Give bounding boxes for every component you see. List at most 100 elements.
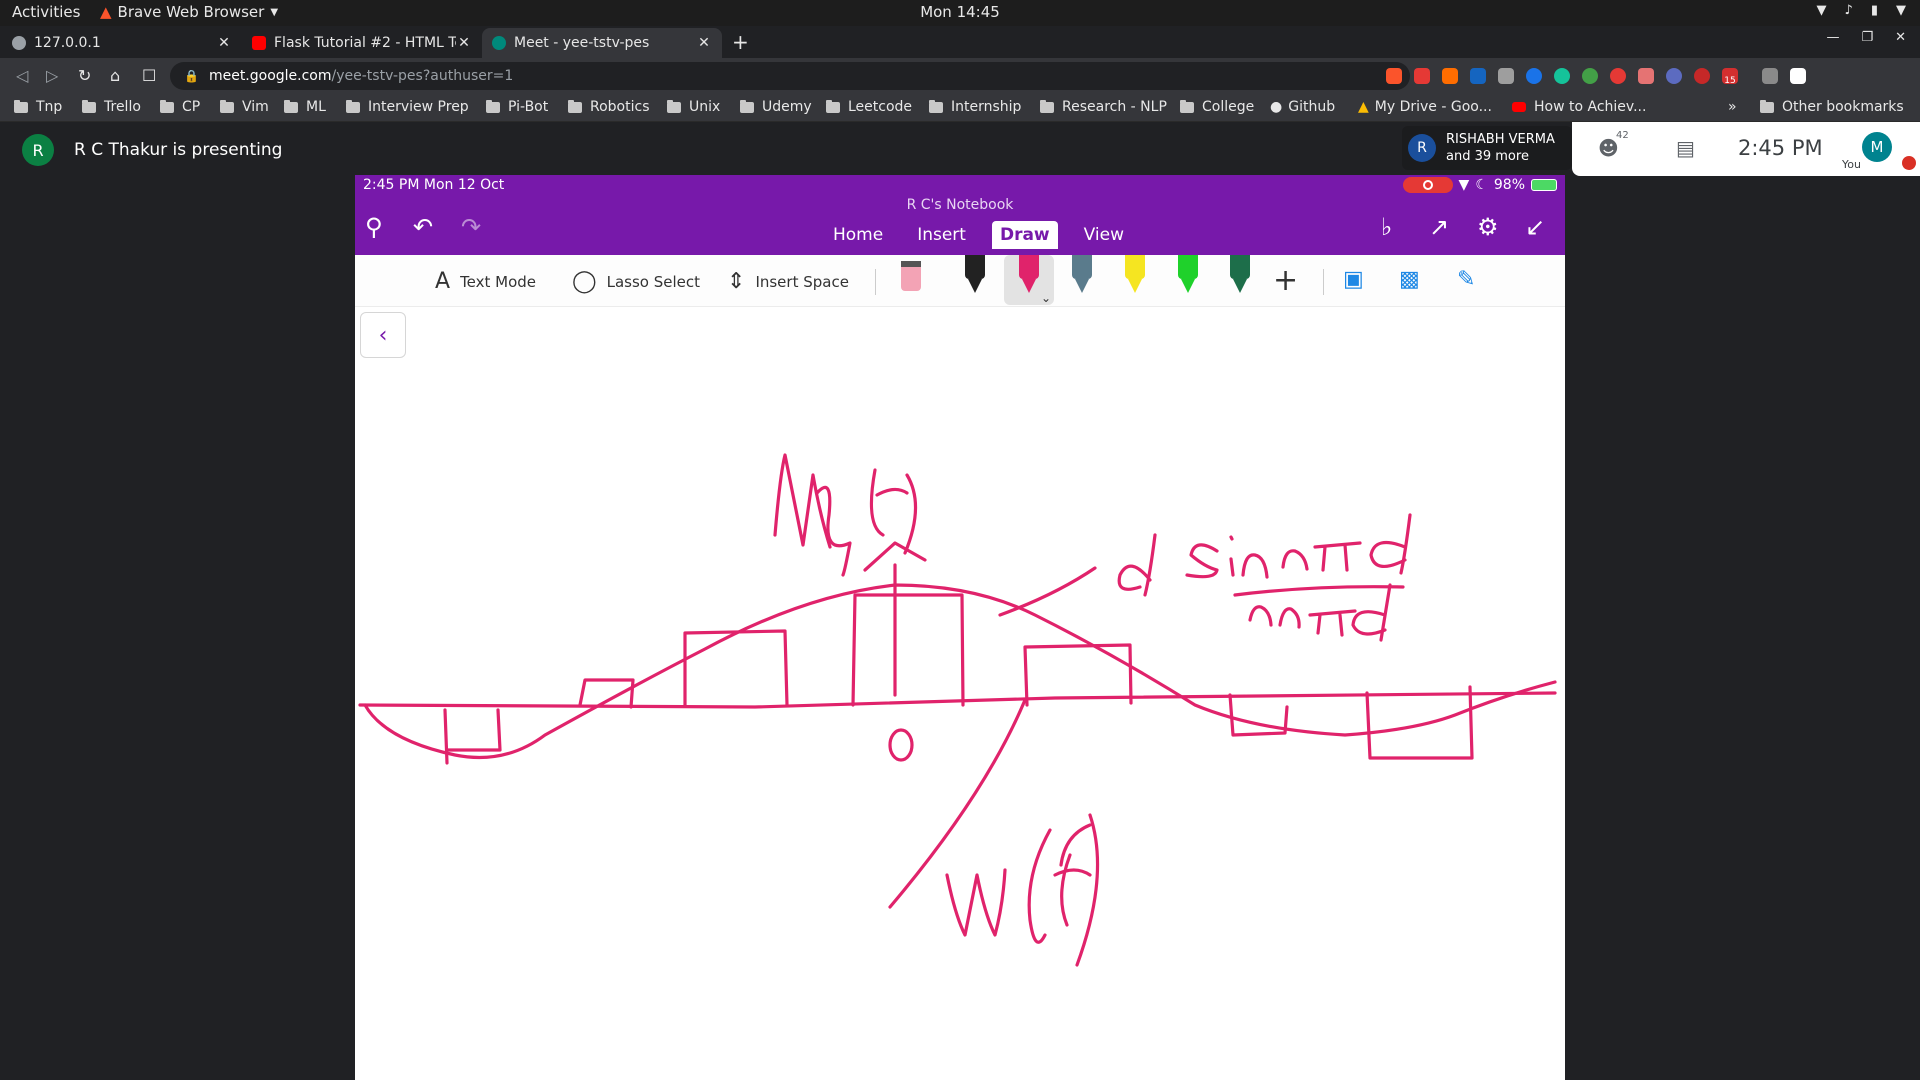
pen-dark-green[interactable]: [1225, 255, 1255, 299]
bookmark-folder[interactable]: ML: [284, 99, 326, 115]
extension-icon[interactable]: [1582, 68, 1598, 84]
url-host: meet.google.com: [208, 68, 332, 84]
close-window-icon[interactable]: ✕: [1895, 30, 1906, 45]
tab-localhost[interactable]: 127.0.0.1 ✕: [2, 28, 242, 58]
chat-icon[interactable]: ▤: [1676, 136, 1695, 160]
pen-slate[interactable]: [1067, 255, 1097, 299]
brave-shields-icon[interactable]: [1386, 68, 1402, 84]
home-icon[interactable]: ⌂: [110, 66, 120, 85]
power-menu-icon: ▼: [1896, 3, 1906, 18]
onenote-header: 2:45 PM Mon 12 Oct ▼ ☾ 98% R C's Noteboo…: [355, 175, 1565, 255]
timer-icon[interactable]: [1610, 68, 1626, 84]
reload-icon[interactable]: ↻: [78, 66, 91, 85]
minimize-icon[interactable]: —: [1826, 30, 1839, 45]
ink-replay-button[interactable]: ✎: [1457, 267, 1475, 292]
restore-icon[interactable]: ❐: [1861, 30, 1873, 45]
url-path: /yee-tstv-pes?authuser=1: [331, 68, 514, 84]
os-clock[interactable]: Mon 14:45: [0, 3, 1920, 21]
redo-icon[interactable]: ↷: [461, 213, 481, 241]
tab-draw[interactable]: Draw: [991, 221, 1058, 249]
grammarly-icon[interactable]: [1526, 68, 1542, 84]
tab-insert[interactable]: Insert: [909, 221, 974, 249]
highlighter-yellow[interactable]: [1120, 255, 1150, 299]
bookmark-drive[interactable]: ▲ My Drive - Goo...: [1358, 99, 1492, 115]
folder-icon: [82, 99, 96, 113]
new-tab-button[interactable]: +: [732, 30, 749, 54]
bell-icon[interactable]: ♭: [1381, 213, 1392, 241]
tab-view[interactable]: View: [1076, 221, 1132, 249]
bookmark-icon[interactable]: ☐: [142, 66, 156, 85]
search-icon[interactable]: ⚲: [365, 213, 383, 241]
extension-icon[interactable]: [1498, 68, 1514, 84]
bookmark-folder[interactable]: CP: [160, 99, 200, 115]
shield-icon[interactable]: [1638, 68, 1654, 84]
folder-icon: [1760, 99, 1774, 113]
insert-space-button[interactable]: ⇕ Insert Space: [727, 269, 849, 294]
wifi-icon: ▼: [1816, 3, 1827, 18]
tab-flask-tutorial[interactable]: Flask Tutorial #2 - HTML Te ✕: [242, 28, 482, 58]
grammarly-icon[interactable]: [1554, 68, 1570, 84]
bookmarks-overflow-button[interactable]: »: [1728, 99, 1737, 115]
presenting-label: R C Thakur is presenting: [74, 140, 283, 160]
text-mode-button[interactable]: A Text Mode: [435, 269, 536, 294]
bookmark-folder[interactable]: Vim: [220, 99, 269, 115]
menu-icon[interactable]: [1790, 68, 1806, 84]
ink-stroke: [1075, 813, 1100, 967]
bookmark-label: Robotics: [590, 99, 650, 115]
back-arrow-icon[interactable]: ◁: [16, 66, 28, 85]
bookmark-folder[interactable]: Tnp: [14, 99, 62, 115]
record-icon[interactable]: [1694, 68, 1710, 84]
close-icon[interactable]: ✕: [216, 35, 232, 51]
folder-icon: [1180, 99, 1194, 113]
text-mode-label: Text Mode: [460, 272, 537, 291]
page-back-button[interactable]: ‹: [360, 312, 406, 358]
undo-icon[interactable]: ↶: [413, 213, 433, 241]
pen-pink[interactable]: [1014, 255, 1044, 299]
extension-icon[interactable]: [1442, 68, 1458, 84]
participant-tile[interactable]: R RISHABH VERMA and 39 more: [1402, 126, 1572, 170]
bookmark-youtube[interactable]: How to Achiev...: [1512, 99, 1646, 115]
address-bar[interactable]: 🔒 meet.google.com /yee-tstv-pes?authuser…: [170, 62, 1410, 90]
bookmark-folder[interactable]: Robotics: [568, 99, 650, 115]
highlighter-green[interactable]: [1173, 255, 1203, 299]
brave-rewards-icon[interactable]: [1414, 68, 1430, 84]
eraser-tool[interactable]: [896, 255, 926, 299]
chevron-down-icon[interactable]: ⌄: [1041, 291, 1051, 305]
bookmark-folder[interactable]: Interview Prep: [346, 99, 469, 115]
ink-stroke: [358, 691, 1557, 709]
tab-meet[interactable]: Meet - yee-tstv-pes ✕: [482, 28, 722, 58]
forward-arrow-icon[interactable]: ▷: [46, 66, 58, 85]
extension-icon[interactable]: [1666, 68, 1682, 84]
close-icon[interactable]: ✕: [696, 35, 712, 51]
share-icon[interactable]: ↗: [1429, 213, 1449, 241]
bookmark-folder[interactable]: Udemy: [740, 99, 812, 115]
pen-black[interactable]: [960, 255, 990, 299]
close-icon[interactable]: ✕: [456, 35, 472, 51]
bookmark-folder[interactable]: College: [1180, 99, 1254, 115]
badge-extension-icon[interactable]: 15: [1722, 68, 1738, 86]
tab-title: 127.0.0.1: [34, 35, 101, 51]
bookmark-github[interactable]: ● Github: [1270, 99, 1335, 115]
bookmark-folder[interactable]: Pi-Bot: [486, 99, 548, 115]
lasso-select-button[interactable]: ◯ Lasso Select: [572, 269, 700, 294]
text-mode-icon: A: [435, 269, 451, 294]
ink-to-shape-button[interactable]: ▩: [1399, 267, 1420, 292]
bookmark-folder[interactable]: Internship: [929, 99, 1021, 115]
other-bookmarks-folder[interactable]: Other bookmarks: [1760, 99, 1904, 115]
shapes-button[interactable]: ▣: [1343, 267, 1364, 292]
ink-stroke: [1053, 823, 1092, 927]
collapse-icon[interactable]: ↙: [1525, 213, 1545, 241]
ink-canvas[interactable]: [355, 175, 1565, 1080]
bookmark-folder[interactable]: Unix: [667, 99, 720, 115]
bookmark-folder[interactable]: Leetcode: [826, 99, 912, 115]
system-tray[interactable]: ▼ ♪ ▮ ▼: [1817, 3, 1906, 18]
translate-icon[interactable]: [1470, 68, 1486, 84]
bookmark-folder[interactable]: Trello: [82, 99, 141, 115]
tab-home[interactable]: Home: [825, 221, 891, 249]
media-controls-icon[interactable]: [1762, 68, 1778, 84]
add-pen-button[interactable]: +: [1273, 263, 1298, 298]
self-avatar[interactable]: M: [1862, 132, 1892, 162]
bookmark-folder[interactable]: Research - NLP: [1040, 99, 1167, 115]
gear-icon[interactable]: ⚙: [1477, 213, 1499, 241]
folder-icon: [220, 99, 234, 113]
